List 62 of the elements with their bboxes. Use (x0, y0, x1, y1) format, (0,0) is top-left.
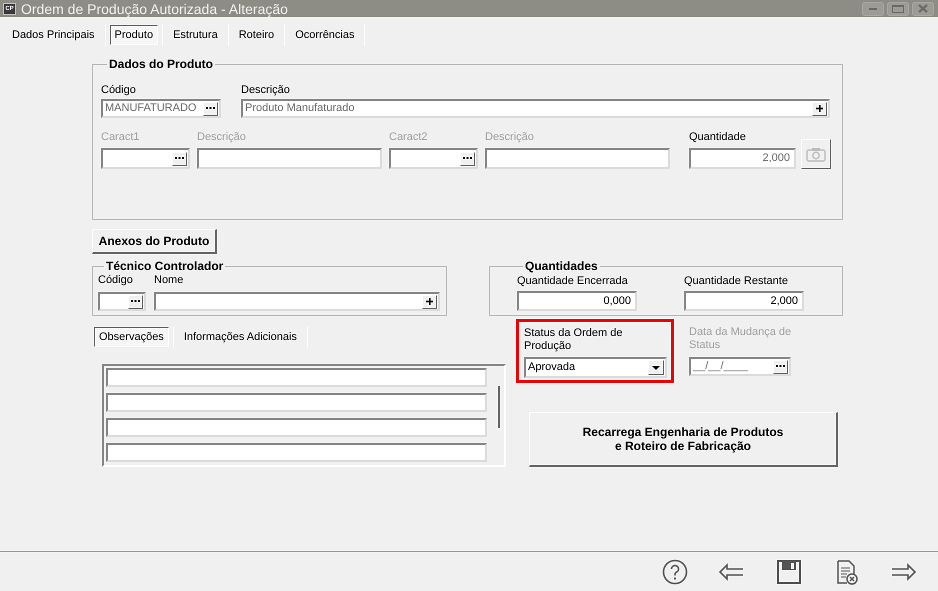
input-field[interactable]: Produto Manufaturado (241, 99, 830, 118)
dots-icon (175, 157, 184, 160)
reload-button[interactable]: Recarrega Engenharia de Produtos e Roteiro de Fabricação (529, 412, 838, 467)
field-label: Status da Ordem de Produção (524, 327, 624, 353)
dots-icon (463, 157, 472, 160)
input-field[interactable]: 2,000 (689, 148, 796, 169)
input-field[interactable] (154, 292, 440, 311)
dots-icon (776, 365, 785, 368)
field-label: Descrição (241, 84, 291, 97)
input-field[interactable]: MANUFATURADO (101, 99, 221, 118)
tab[interactable]: Observações (94, 327, 169, 347)
field-label: Quantidade Encerrada (517, 275, 629, 288)
input-field[interactable] (101, 148, 190, 169)
input-field[interactable] (98, 292, 146, 311)
field-label: Quantidade Restante (684, 275, 789, 288)
group-title: Dados do Produto (108, 58, 214, 71)
lookup-button[interactable] (773, 360, 788, 374)
field-label: Descrição (197, 131, 247, 144)
input-field[interactable]: 2,000 (684, 291, 804, 311)
input-field[interactable] (197, 148, 382, 169)
attachments-button[interactable]: Anexos do Produto (92, 229, 217, 254)
window-title: Ordem de Produção Autorizada - Alteração (21, 0, 288, 16)
input-field[interactable] (485, 148, 670, 169)
dropdown-button[interactable] (648, 360, 664, 375)
notes-box[interactable] (102, 364, 506, 467)
field-label: Nome (154, 274, 184, 287)
tab[interactable]: Dados Principais (7, 25, 100, 45)
dots-icon (206, 107, 215, 110)
plus-icon (816, 105, 823, 112)
field-label: Data da Mudança de Status (689, 326, 792, 352)
field-label: Caract2 (389, 131, 429, 144)
add-button[interactable] (422, 294, 437, 308)
group-title: Quantidades (524, 260, 599, 273)
tab[interactable]: Ocorrências (290, 25, 360, 45)
field-label: Caract1 (101, 131, 141, 144)
caret-icon (652, 366, 660, 370)
close-icon (918, 4, 928, 13)
tab[interactable]: Informações Adicionais (178, 327, 302, 347)
scrollbar-thumb[interactable] (498, 386, 500, 428)
help-icon[interactable] (662, 558, 688, 584)
input-field[interactable] (389, 148, 478, 169)
input-field[interactable]: 0,000 (517, 291, 637, 311)
group-title: Técnico Controlador (105, 260, 224, 273)
lookup-button[interactable] (460, 152, 475, 166)
save-icon[interactable] (776, 558, 802, 584)
field-label: Descrição (485, 131, 535, 144)
lookup-button[interactable] (128, 294, 143, 308)
plus-icon (426, 298, 433, 305)
lookup-button[interactable] (172, 152, 187, 166)
tab[interactable]: Estrutura (168, 25, 223, 45)
field-label: Código (101, 84, 137, 97)
dots-icon (131, 300, 140, 303)
field-label: Código (98, 274, 134, 287)
maximize-icon (892, 4, 904, 12)
add-button[interactable] (812, 102, 827, 116)
camera-icon (806, 146, 826, 162)
field-label: Quantidade (689, 131, 747, 144)
status-dropdown[interactable]: Aprovada (524, 357, 667, 378)
tab[interactable]: Produto (110, 25, 158, 45)
lookup-button[interactable] (203, 102, 218, 116)
tab[interactable]: Roteiro (234, 25, 280, 45)
minimize-icon (869, 8, 877, 10)
